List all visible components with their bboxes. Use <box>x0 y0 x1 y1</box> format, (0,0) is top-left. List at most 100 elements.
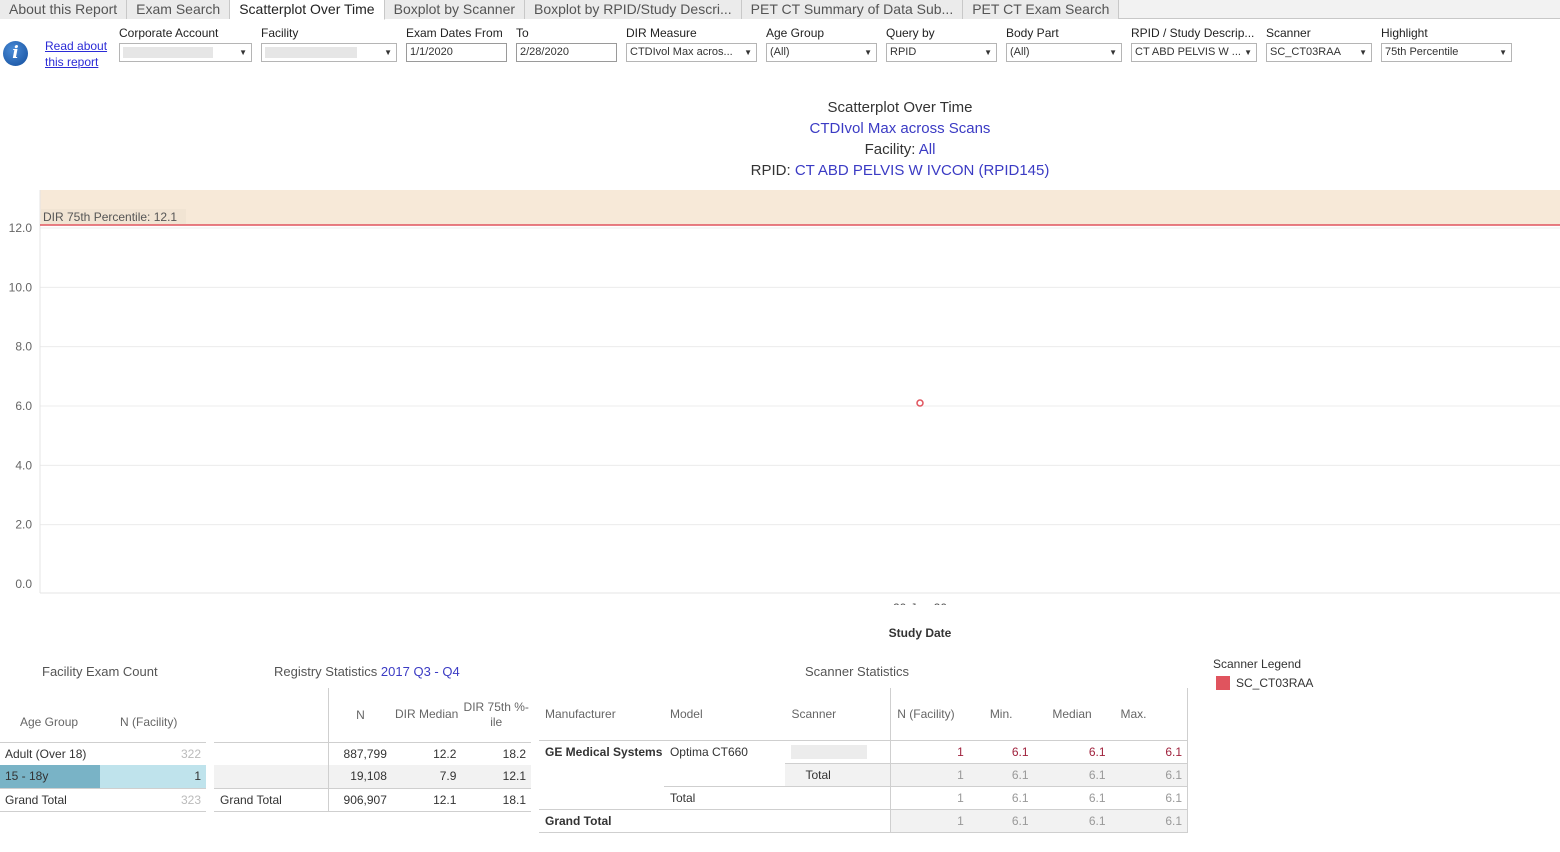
registry-period: 2017 Q3 - Q4 <box>380 664 460 679</box>
table-row[interactable]: Total 1 6.1 6.1 6.1 <box>539 785 1188 809</box>
header-age-group: Age Group <box>0 702 100 743</box>
x-tick-label: 20-Jan-20 <box>893 601 947 605</box>
header-n-facility: N (Facility) <box>890 688 969 741</box>
age-group-cell: Adult (Over 18) <box>5 746 87 761</box>
dropdown-caret-icon: ▼ <box>384 48 392 57</box>
body-part-dropdown[interactable]: (All) ▼ <box>1006 43 1122 62</box>
registry-statistics-table: N DIR Median DIR 75th %-ile 887,799 12.2… <box>214 688 531 812</box>
tab-boxplot-by-scanner[interactable]: Boxplot by Scanner <box>384 0 526 19</box>
header-min: Min. <box>968 688 1034 741</box>
tab-pet-ct-summary[interactable]: PET CT Summary of Data Sub... <box>741 0 964 19</box>
dropdown-value: CTDIvol Max acros... <box>630 46 733 58</box>
info-icon[interactable]: i <box>3 41 28 66</box>
facility-dropdown[interactable]: ▼ <box>261 43 397 62</box>
filter-label: Body Part <box>1006 26 1059 40</box>
median-cell: 6.1 <box>1033 808 1111 833</box>
filter-to: To 2/28/2020 <box>516 26 617 62</box>
table-row[interactable]: Adult (Over 18) 322 <box>0 742 206 765</box>
max-cell: 6.1 <box>1110 762 1188 786</box>
tab-exam-search[interactable]: Exam Search <box>127 0 231 19</box>
scanner-dropdown[interactable]: SC_CT03RAA ▼ <box>1266 43 1372 62</box>
model-total-label: Total <box>663 785 786 809</box>
table-row[interactable]: Grand Total 906,907 12.1 18.1 <box>214 787 531 812</box>
chart-title-line1: Scatterplot Over Time <box>827 99 973 116</box>
dropdown-value: 75th Percentile <box>1385 46 1459 58</box>
table-row[interactable]: 15 - 18y 1 <box>0 765 206 788</box>
legend-label: SC_CT03RAA <box>1236 676 1314 690</box>
corporate-account-dropdown[interactable]: ▼ <box>119 43 252 62</box>
rpid-prefix: RPID: <box>750 162 795 179</box>
filter-label: Highlight <box>1381 26 1428 40</box>
table-row[interactable]: Grand Total 323 <box>0 787 206 812</box>
exam-dates-to-input[interactable]: 2/28/2020 <box>516 43 617 62</box>
dropdown-caret-icon: ▼ <box>744 48 752 57</box>
dropdown-value: RPID <box>890 46 917 58</box>
row-label <box>214 765 329 788</box>
chart-title-rpid: RPID: CT ABD PELVIS W IVCON (RPID145) <box>600 160 1200 181</box>
scanner-legend-item[interactable]: SC_CT03RAA <box>1216 676 1313 690</box>
filter-rpid-study: RPID / Study Descrip... CT ABD PELVIS W … <box>1131 26 1257 62</box>
median-cell: 6.1 <box>1033 785 1111 809</box>
scatter-point <box>916 399 924 407</box>
header-blank <box>214 688 329 743</box>
table-row[interactable]: 19,108 7.9 12.1 <box>214 765 531 788</box>
dropdown-value: SC_CT03RAA <box>1270 46 1341 58</box>
table-row[interactable]: 887,799 12.2 18.2 <box>214 742 531 765</box>
manufacturer-cell <box>539 763 664 786</box>
filter-body-part: Body Part (All) ▼ <box>1006 26 1122 62</box>
y-tick-label: 0.0 <box>15 577 32 591</box>
p75-cell: 18.2 <box>502 746 526 761</box>
min-cell: 6.1 <box>968 762 1034 786</box>
p75-cell: 12.1 <box>502 769 526 784</box>
exam-dates-from-input[interactable]: 1/1/2020 <box>406 43 507 62</box>
median-cell: 7.9 <box>439 769 457 784</box>
filter-label: DIR Measure <box>626 26 697 40</box>
tab-boxplot-by-rpid[interactable]: Boxplot by RPID/Study Descri... <box>525 0 742 19</box>
filter-label: RPID / Study Descrip... <box>1131 26 1255 40</box>
row-label <box>214 742 329 765</box>
filter-label: Age Group <box>766 26 825 40</box>
tab-about-this-report[interactable]: About this Report <box>0 0 128 19</box>
dropdown-caret-icon: ▼ <box>1244 48 1252 57</box>
n-cell: 1 <box>890 808 969 833</box>
x-axis-label: Study Date <box>888 626 952 640</box>
tab-scatterplot-over-time[interactable]: Scatterplot Over Time <box>230 0 385 20</box>
chart-title: Scatterplot Over Time CTDIvol Max across… <box>600 97 1200 181</box>
dropdown-value: CT ABD PELVIS W ... <box>1135 46 1241 58</box>
reference-line-label: DIR 75th Percentile: 12.1 <box>43 210 177 224</box>
tab-pet-ct-exam-search[interactable]: PET CT Exam Search <box>963 0 1120 19</box>
y-tick-label: 2.0 <box>15 518 32 532</box>
filter-label: Query by <box>886 26 935 40</box>
table-row[interactable]: Total 1 6.1 6.1 6.1 <box>539 762 1188 786</box>
header-manufacturer: Manufacturer <box>539 688 664 741</box>
p75-cell: 18.1 <box>461 787 531 812</box>
facility-exam-count-table: Age Group N (Facility) Adult (Over 18) 3… <box>0 702 206 812</box>
read-about-report-link[interactable]: Read about this report <box>45 38 115 70</box>
legend-swatch <box>1216 676 1230 690</box>
redacted-scanner-name <box>791 744 868 759</box>
table-row[interactable]: Grand Total 1 6.1 6.1 6.1 <box>539 808 1188 833</box>
y-tick-label: 4.0 <box>15 458 32 472</box>
header-n-facility: N (Facility) <box>100 702 206 743</box>
dir-measure-dropdown[interactable]: CTDIvol Max acros... ▼ <box>626 43 757 62</box>
header-dir-75th: DIR 75th %-ile <box>461 688 531 743</box>
filter-query-by: Query by RPID ▼ <box>886 26 997 62</box>
dropdown-caret-icon: ▼ <box>239 48 247 57</box>
age-group-dropdown[interactable]: (All) ▼ <box>766 43 877 62</box>
min-cell: 6.1 <box>1011 744 1029 759</box>
max-cell: 6.1 <box>1110 808 1188 833</box>
registry-title-prefix: Registry Statistics <box>274 664 381 679</box>
header-max: Max. <box>1110 688 1188 741</box>
chart-title-facility: Facility: All <box>600 139 1200 160</box>
n-cell: 887,799 <box>328 742 392 765</box>
y-tick-label: 8.0 <box>15 340 32 354</box>
table-row[interactable]: GE Medical Systems Optima CT660 1 6.1 6.… <box>539 740 1188 763</box>
highlight-dropdown[interactable]: 75th Percentile ▼ <box>1381 43 1512 62</box>
query-by-dropdown[interactable]: RPID ▼ <box>886 43 997 62</box>
rpid-study-dropdown[interactable]: CT ABD PELVIS W ... ▼ <box>1131 43 1257 62</box>
median-cell: 6.1 <box>1033 762 1111 786</box>
max-cell: 6.1 <box>1110 740 1188 763</box>
scanner-statistics-table: Manufacturer Model Scanner N (Facility) … <box>539 688 1188 833</box>
n-facility-cell: 322 <box>180 746 201 761</box>
n-facility-cell: 1 <box>100 765 206 788</box>
